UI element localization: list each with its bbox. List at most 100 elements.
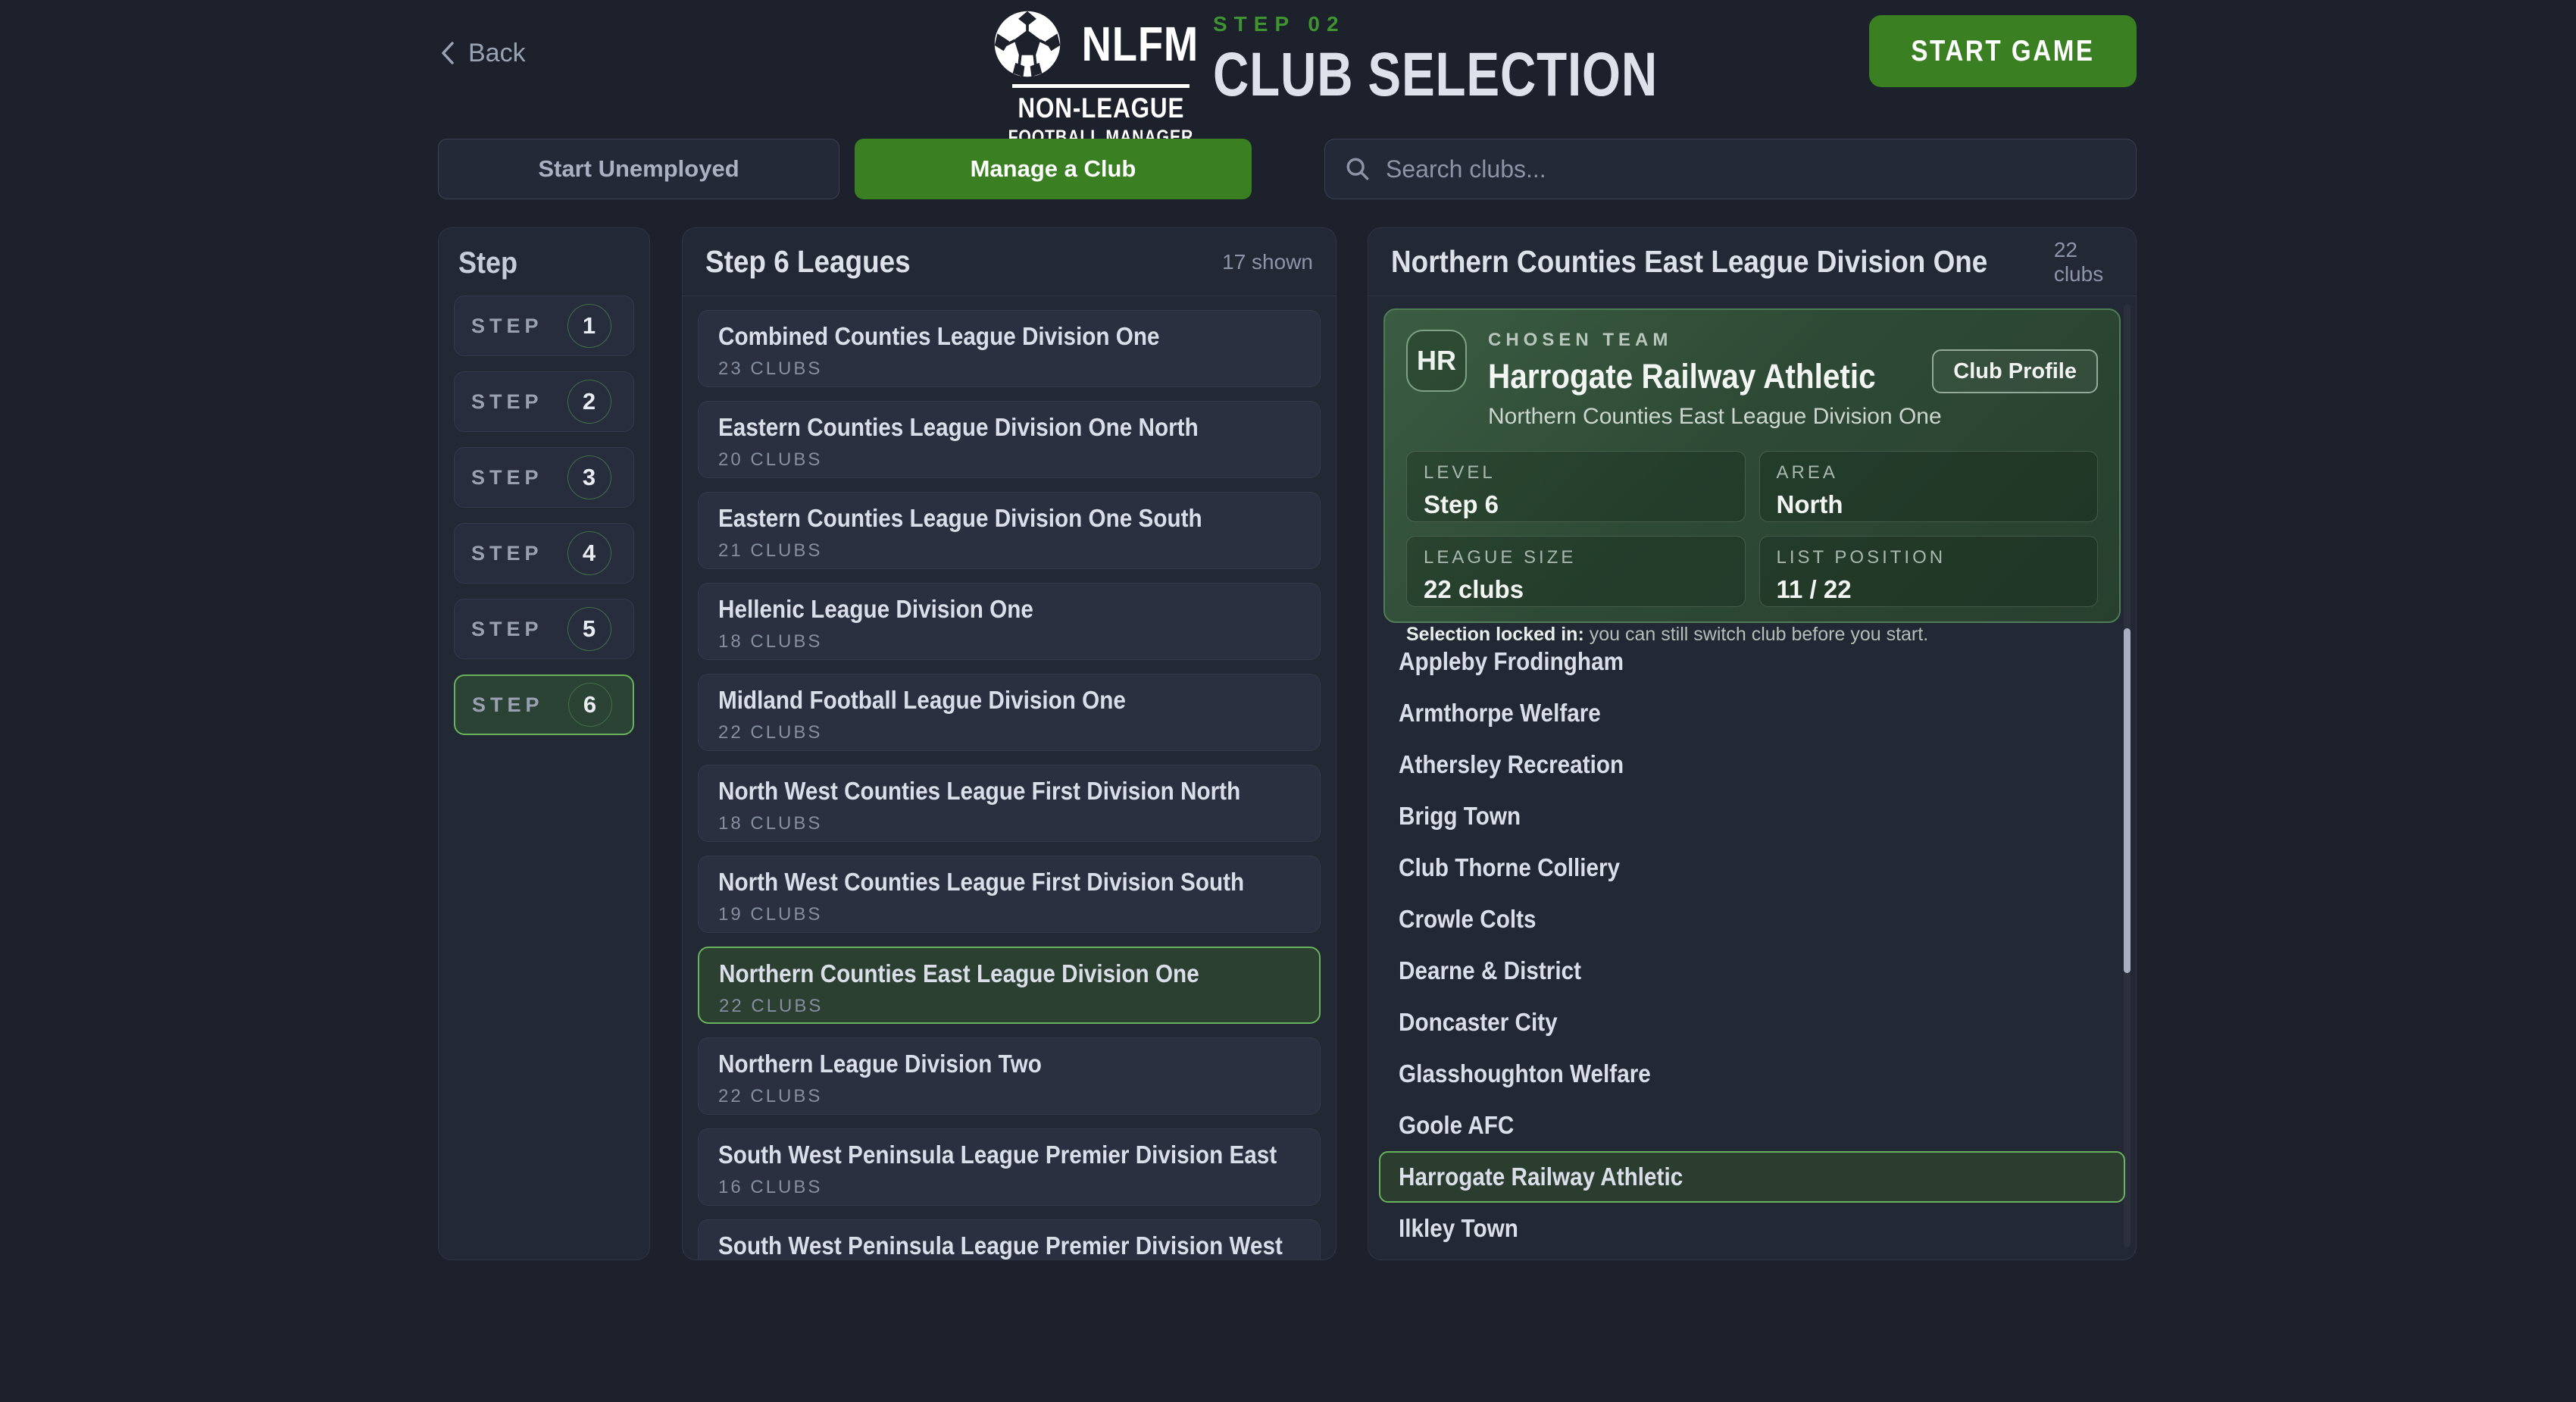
logo-line1: NON-LEAGUE (1018, 92, 1184, 124)
stat-box: LEAGUE SIZE 22 clubs (1406, 536, 1746, 607)
club-name: Glasshoughton Welfare (1399, 1059, 1651, 1088)
back-label: Back (468, 39, 526, 68)
chosen-team-name: Harrogate Railway Athletic (1488, 357, 1876, 396)
stat-label: LEVEL (1424, 462, 1728, 484)
league-item[interactable]: North West Counties League First Divisio… (698, 765, 1321, 842)
search-icon (1345, 156, 1371, 182)
club-name: Crowle Colts (1399, 905, 1537, 934)
league-clubs-count: 18 CLUBS (718, 631, 1300, 652)
manage-club-button[interactable]: Manage a Club (855, 139, 1252, 199)
stat-label: LIST POSITION (1777, 547, 2081, 568)
division-panel-title: Northern Counties East League Division O… (1391, 244, 1987, 280)
stat-value: North (1777, 490, 2081, 519)
logo-acronym: NLFM (1082, 16, 1199, 72)
selection-locked-note: Selection locked in: you can still switc… (1406, 624, 2098, 646)
league-clubs-count: 22 CLUBS (718, 1086, 1300, 1107)
step-number: 5 (583, 615, 596, 643)
step-item[interactable]: STEP 6 (454, 674, 634, 735)
stat-box: AREA North (1759, 451, 2099, 522)
back-button[interactable]: Back (439, 33, 526, 73)
league-item[interactable]: Midland Football League Division One 22 … (698, 674, 1321, 751)
search-input[interactable] (1386, 155, 2116, 183)
league-item[interactable]: Eastern Counties League Division One Sou… (698, 492, 1321, 569)
step-number-ring: 5 (567, 607, 611, 651)
league-name: Eastern Counties League Division One Nor… (718, 413, 1199, 442)
step-number-ring: 3 (567, 455, 611, 499)
stat-box: LIST POSITION 11 / 22 (1759, 536, 2099, 607)
league-clubs-count: 21 CLUBS (718, 540, 1300, 562)
step-item[interactable]: STEP 2 (454, 371, 634, 432)
league-clubs-count: 19 CLUBS (718, 904, 1300, 925)
league-name: North West Counties League First Divisio… (718, 777, 1240, 806)
step-number-ring: 2 (567, 380, 611, 424)
league-clubs-count: 22 CLUBS (719, 996, 1299, 1017)
step-item-label: STEP (472, 693, 544, 717)
stat-label: AREA (1777, 462, 2081, 484)
stat-box: LEVEL Step 6 (1406, 451, 1746, 522)
steps-panel: Step STEP 1 STEP 2 STEP 3 STEP (438, 227, 650, 1260)
club-row[interactable]: Ilkley Town (1379, 1203, 2125, 1254)
club-row[interactable]: Goole AFC (1379, 1100, 2125, 1151)
logo-divider (1012, 84, 1190, 88)
stat-label: LEAGUE SIZE (1424, 547, 1728, 568)
steps-panel-title: Step (458, 246, 517, 280)
step-item[interactable]: STEP 5 (454, 599, 634, 659)
club-row[interactable]: Doncaster City (1379, 997, 2125, 1048)
step-item[interactable]: STEP 3 (454, 447, 634, 508)
league-item[interactable]: North West Counties League First Divisio… (698, 856, 1321, 933)
club-name: Doncaster City (1399, 1008, 1558, 1037)
club-row[interactable]: Dearne & District (1379, 945, 2125, 997)
step-number-ring: 4 (567, 531, 611, 575)
club-name: Ilkley Town (1399, 1214, 1518, 1243)
stat-value: 22 clubs (1424, 575, 1728, 604)
step-item-label: STEP (471, 542, 543, 565)
step-item[interactable]: STEP 1 (454, 296, 634, 356)
club-row[interactable]: Club Thorne Colliery (1379, 842, 2125, 893)
stat-value: Step 6 (1424, 490, 1728, 519)
step-item-label: STEP (471, 390, 543, 414)
club-name: Armthorpe Welfare (1399, 699, 1601, 728)
leagues-shown-count: 17 shown (1222, 250, 1313, 274)
step-eyebrow: STEP 02 (1213, 12, 1769, 36)
club-row[interactable]: Armthorpe Welfare (1379, 687, 2125, 739)
league-item[interactable]: Northern League Division Two 22 CLUBS (698, 1037, 1321, 1115)
club-row[interactable]: Crowle Colts (1379, 893, 2125, 945)
league-clubs-count: 20 CLUBS (718, 449, 1300, 471)
club-row[interactable]: Glasshoughton Welfare (1379, 1048, 2125, 1100)
chosen-team-eyebrow: CHOSEN TEAM (1488, 330, 1942, 351)
league-name: South West Peninsula League Premier Divi… (718, 1141, 1277, 1169)
league-name: Combined Counties League Division One (718, 322, 1160, 351)
step-number: 1 (583, 312, 596, 340)
chosen-team-league: Northern Counties East League Division O… (1488, 404, 1942, 430)
league-name: Northern League Division Two (718, 1050, 1042, 1078)
league-name: Hellenic League Division One (718, 595, 1033, 624)
division-panel: Northern Counties East League Division O… (1368, 227, 2137, 1260)
step-number-ring: 1 (567, 304, 611, 348)
club-row[interactable]: Brigg Town (1379, 790, 2125, 842)
start-game-button[interactable]: START GAME (1869, 15, 2137, 87)
league-name: South West Peninsula League Premier Divi… (718, 1231, 1283, 1260)
league-clubs-count: 18 CLUBS (718, 813, 1300, 834)
step-item[interactable]: STEP 4 (454, 523, 634, 584)
stat-value: 11 / 22 (1777, 575, 2081, 604)
step-number-ring: 6 (568, 683, 612, 727)
league-item[interactable]: Eastern Counties League Division One Nor… (698, 401, 1321, 478)
league-item[interactable]: South West Peninsula League Premier Divi… (698, 1219, 1321, 1260)
club-name: Harrogate Railway Athletic (1399, 1163, 1683, 1191)
club-row[interactable]: Athersley Recreation (1379, 739, 2125, 790)
club-name: Brigg Town (1399, 802, 1521, 831)
page-title: CLUB SELECTION (1213, 44, 1658, 106)
scrollbar-thumb[interactable] (2124, 628, 2131, 973)
league-item[interactable]: South West Peninsula League Premier Divi… (698, 1128, 1321, 1206)
club-name: Appleby Frodingham (1399, 647, 1624, 676)
selection-locked-bold: Selection locked in: (1406, 624, 1584, 645)
search-box (1324, 139, 2137, 199)
league-item[interactable]: Northern Counties East League Division O… (698, 947, 1321, 1024)
club-profile-button[interactable]: Club Profile (1932, 349, 2098, 393)
step-number: 2 (583, 388, 596, 415)
league-item[interactable]: Combined Counties League Division One 23… (698, 310, 1321, 387)
step-number: 6 (583, 691, 596, 718)
league-item[interactable]: Hellenic League Division One 18 CLUBS (698, 583, 1321, 660)
start-unemployed-button[interactable]: Start Unemployed (438, 139, 839, 199)
club-row[interactable]: Harrogate Railway Athletic (1379, 1151, 2125, 1203)
